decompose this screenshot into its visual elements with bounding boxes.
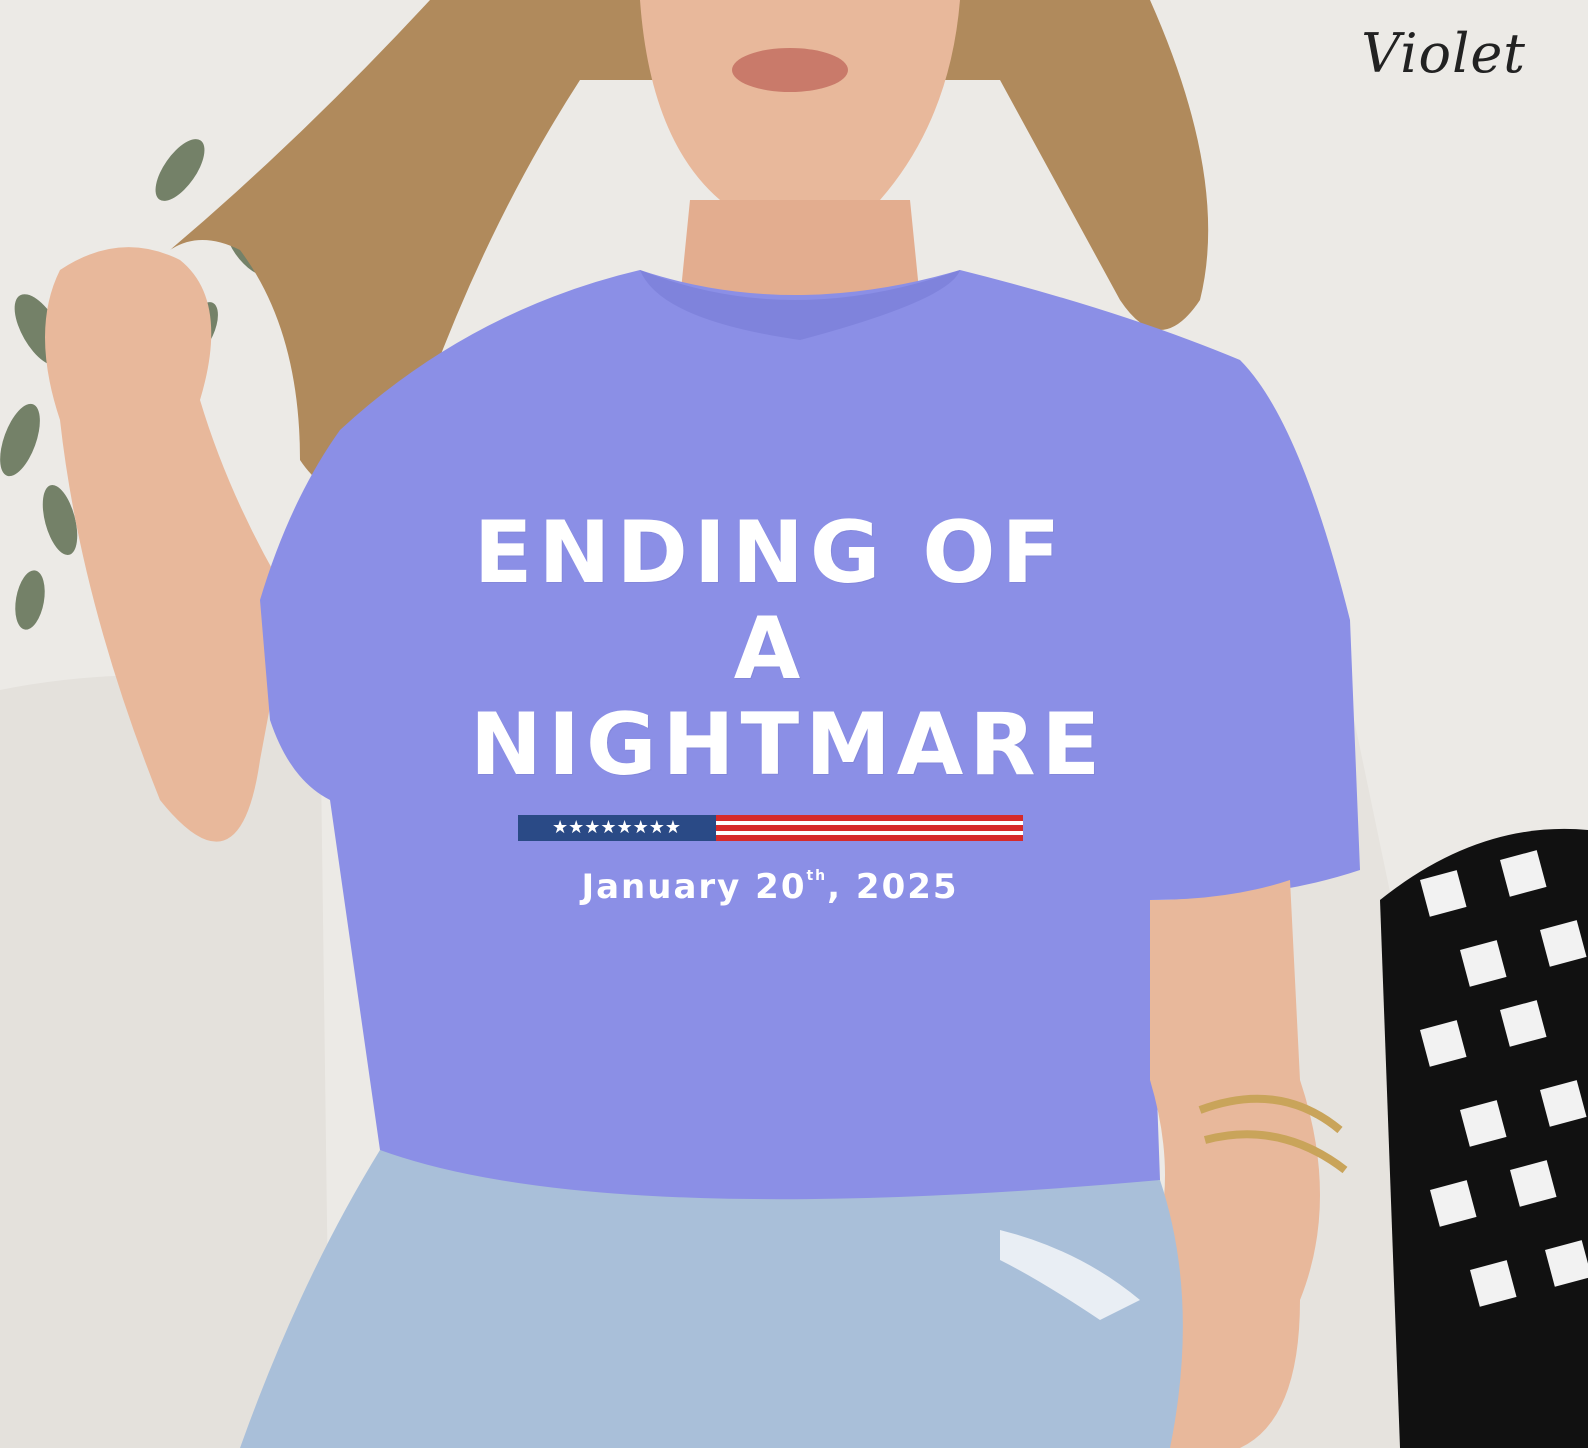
color-label: Violet xyxy=(1361,22,1526,85)
product-photo: Violet ENDING OF A NIGHTMARE ★★★★★★★★ Ja… xyxy=(0,0,1588,1448)
flag-bar: ★★★★★★★★ xyxy=(517,815,1023,841)
checkered-blanket xyxy=(1380,828,1588,1448)
flag-stripes xyxy=(715,815,1023,841)
neck xyxy=(680,200,920,300)
date-line: January 20th, 2025 xyxy=(470,867,1070,907)
flag-stars: ★★★★★★★★ xyxy=(517,815,716,841)
date-year: , 2025 xyxy=(827,867,959,907)
date-main: January 20 xyxy=(581,867,807,907)
date-suffix: th xyxy=(806,868,828,884)
lips xyxy=(732,48,848,92)
headline-line-1: ENDING OF A xyxy=(473,503,1067,699)
headline-line-2: NIGHTMARE xyxy=(470,695,1107,795)
shirt-print: ENDING OF A NIGHTMARE ★★★★★★★★ January 2… xyxy=(470,503,1107,907)
